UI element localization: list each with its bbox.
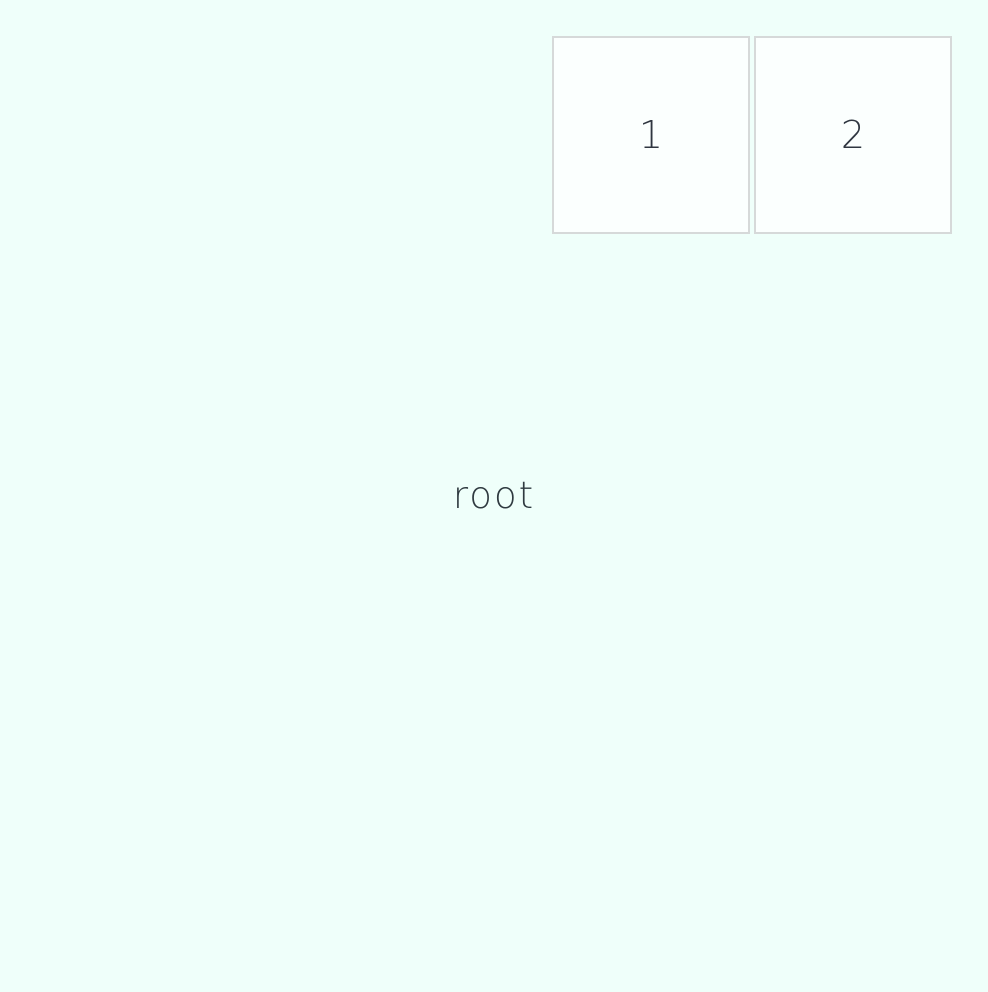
- root-label: root: [452, 474, 536, 517]
- cell-2[interactable]: 2: [754, 36, 952, 234]
- cell-2-label: 2: [840, 113, 866, 157]
- cell-group: 1 2: [552, 36, 952, 234]
- cell-1[interactable]: 1: [552, 36, 750, 234]
- cell-1-label: 1: [638, 113, 664, 157]
- root-container: root 1 2: [0, 0, 988, 992]
